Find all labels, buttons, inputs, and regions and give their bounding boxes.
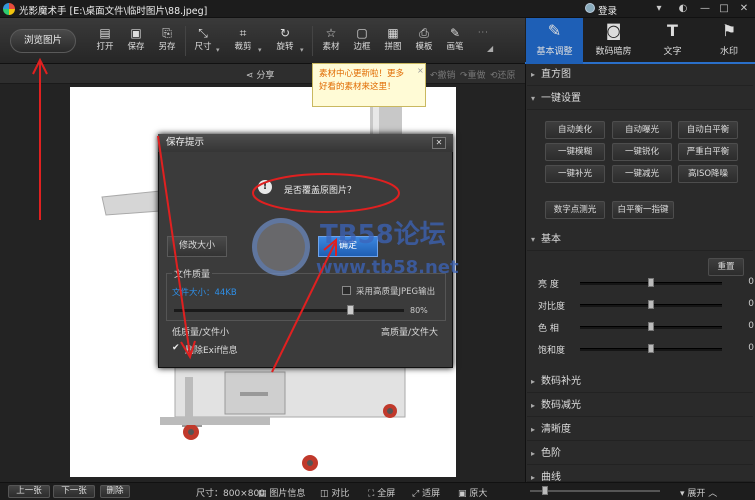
- fit-icon: ⤢: [412, 489, 420, 499]
- zoom-slider[interactable]: [530, 490, 660, 492]
- original-size-icon: ▣: [458, 489, 467, 499]
- delete-button[interactable]: 删除: [100, 485, 130, 498]
- compare-button[interactable]: ◫ 对比: [320, 486, 349, 499]
- prev-image-button[interactable]: 上一张: [8, 485, 50, 498]
- zoom-thumb[interactable]: [542, 486, 548, 495]
- annotation-arrow-ok: [271, 242, 336, 373]
- original-size-button[interactable]: ▣ 原大: [458, 486, 487, 499]
- expand-down-icon: ▾: [680, 489, 685, 499]
- info-icon: ▤: [258, 489, 267, 499]
- image-size-text: 尺寸：800×800: [196, 489, 265, 499]
- expand-up-icon: ︿: [708, 489, 718, 499]
- annotation-ellipse-message: [252, 173, 400, 213]
- next-image-button[interactable]: 下一张: [53, 485, 95, 498]
- compare-icon: ◫: [320, 489, 329, 499]
- expand-button[interactable]: ▾ 展开 ︿: [680, 486, 717, 499]
- image-info-button[interactable]: ▤ 图片信息: [258, 486, 305, 499]
- fullscreen-icon: ⛶: [368, 489, 375, 499]
- fit-screen-button[interactable]: ⤢ 适屏: [412, 486, 440, 499]
- annotation-arrow-exif: [157, 135, 191, 356]
- fullscreen-button[interactable]: ⛶ 全屏: [368, 486, 395, 499]
- annotation-overlay: [32, 57, 400, 373]
